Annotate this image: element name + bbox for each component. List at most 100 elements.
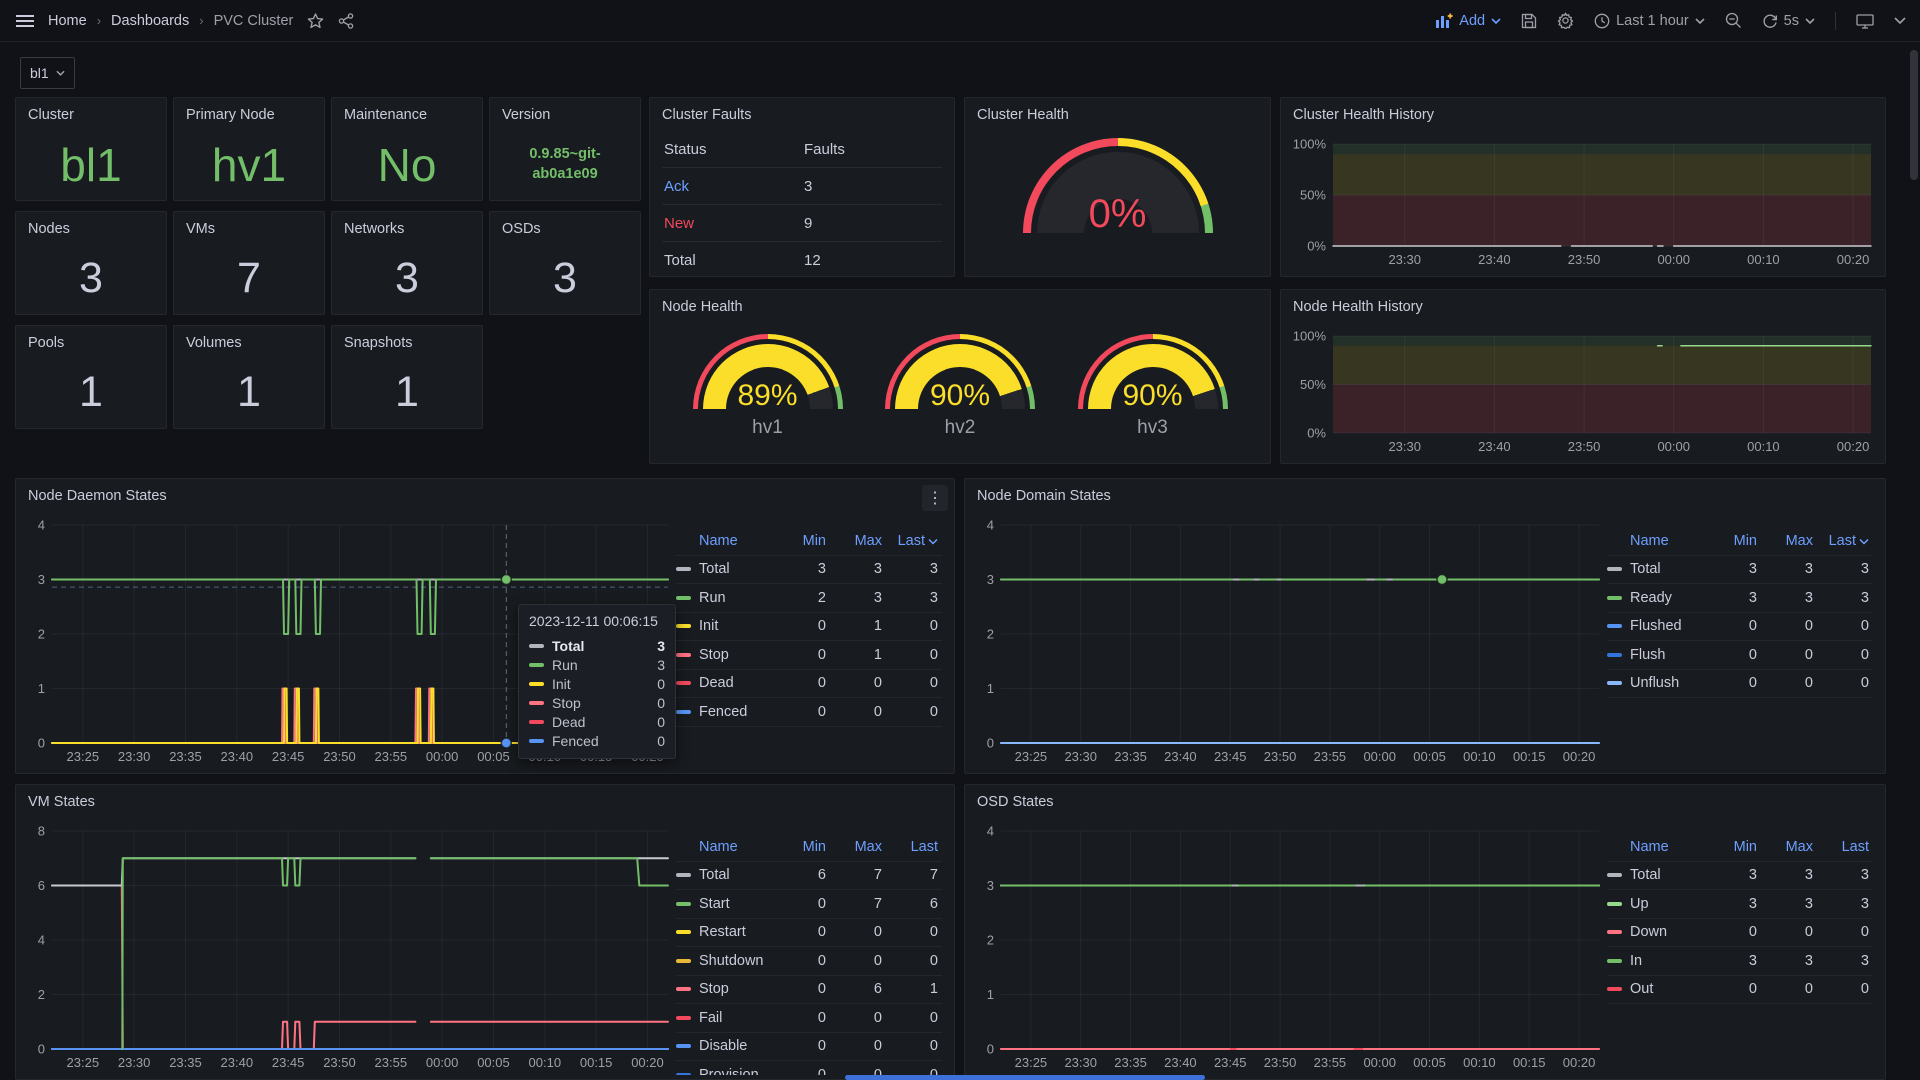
legend-row-out[interactable]: Out 000	[1607, 976, 1873, 1005]
panel-title[interactable]: Node Health History	[1281, 290, 1885, 319]
legend-col-last[interactable]: Last	[1817, 839, 1873, 855]
legend-row-disable[interactable]: Disable 000	[676, 1033, 942, 1062]
panel-title[interactable]: Node Daemon States	[16, 479, 954, 508]
stat-title[interactable]: Networks	[332, 212, 482, 241]
legend-row-stop[interactable]: Stop 061	[676, 976, 942, 1005]
stat-title[interactable]: Nodes	[16, 212, 166, 241]
series-color-swatch	[1607, 596, 1622, 600]
node-domain-chart[interactable]: 0123423:2523:3023:3523:4023:4523:5023:55…	[971, 515, 1607, 769]
breadcrumb-item[interactable]: Home	[48, 13, 87, 29]
panel-node-health-history: Node Health History 0%50%100%23:3023:402…	[1280, 289, 1886, 464]
svg-text:00:05: 00:05	[477, 1055, 510, 1070]
stat-title[interactable]: VMs	[174, 212, 324, 241]
dashboard-settings-gear-icon[interactable]	[1557, 12, 1574, 29]
breadcrumb-item[interactable]: Dashboards	[111, 13, 189, 29]
vm-states-chart[interactable]: 0246823:2523:3023:3523:4023:4523:5023:55…	[22, 821, 676, 1075]
legend-row-unflush[interactable]: Unflush 000	[1607, 670, 1873, 699]
legend-col-max[interactable]: Max	[1761, 533, 1817, 549]
legend-row-total[interactable]: Total 677	[676, 862, 942, 891]
legend-row-stop[interactable]: Stop 010	[676, 641, 942, 670]
collapse-nav-chevron-icon[interactable]	[1894, 17, 1906, 24]
svg-text:2: 2	[38, 987, 45, 1002]
legend-col-max[interactable]: Max	[830, 533, 886, 549]
hamburger-menu-icon[interactable]	[16, 14, 34, 28]
legend-col-last[interactable]: Last	[886, 533, 942, 549]
svg-text:23:40: 23:40	[221, 1055, 254, 1070]
legend-row-start[interactable]: Start 076	[676, 890, 942, 919]
panel-title[interactable]: Cluster Health History	[1281, 98, 1885, 127]
stat-title[interactable]: Version	[490, 98, 640, 127]
panel-title[interactable]: Cluster Faults	[650, 98, 954, 127]
stat-value: 0.9.85~git-ab0a1e09	[490, 136, 640, 194]
save-dashboard-icon[interactable]	[1521, 13, 1537, 29]
legend-row-fail[interactable]: Fail 000	[676, 1004, 942, 1033]
legend-col-last[interactable]: Last	[886, 839, 942, 855]
legend-col-name[interactable]: Name	[1607, 839, 1705, 855]
legend-row-fenced[interactable]: Fenced 000	[676, 698, 942, 727]
legend-col-name[interactable]: Name	[676, 839, 774, 855]
zoom-out-time-icon[interactable]	[1725, 12, 1742, 29]
legend-row-flush[interactable]: Flush 000	[1607, 641, 1873, 670]
vertical-scrollbar-thumb[interactable]	[1910, 50, 1918, 180]
legend-row-total[interactable]: Total 333	[676, 556, 942, 585]
svg-text:23:30: 23:30	[1388, 252, 1421, 267]
panel-title[interactable]: Node Domain States	[965, 479, 1885, 508]
share-icon[interactable]	[338, 13, 354, 29]
panel-title[interactable]: OSD States	[965, 785, 1885, 814]
stat-title[interactable]: Primary Node	[174, 98, 324, 127]
node-health-history-chart[interactable]: 0%50%100%23:3023:4023:5000:0000:1000:20	[1287, 326, 1879, 459]
legend-row-ready[interactable]: Ready 333	[1607, 584, 1873, 613]
legend-col-min[interactable]: Min	[1705, 533, 1761, 549]
cluster-variable-dropdown[interactable]: bl1	[20, 57, 75, 89]
legend-row-up[interactable]: Up 333	[1607, 890, 1873, 919]
cluster-health-gauge: 0%	[965, 138, 1270, 233]
legend-row-provision[interactable]: Provision 000	[676, 1061, 942, 1075]
tv-kiosk-mode-icon[interactable]	[1856, 13, 1874, 29]
panel-title[interactable]: Node Health	[650, 290, 1270, 319]
cluster-health-history-chart[interactable]: 0%50%100%23:3023:4023:5000:0000:1000:20	[1287, 134, 1879, 272]
refresh-interval-label[interactable]: 5s	[1784, 13, 1799, 29]
stat-title[interactable]: Maintenance	[332, 98, 482, 127]
legend-row-dead[interactable]: Dead 000	[676, 670, 942, 699]
legend-col-last[interactable]: Last	[1817, 533, 1873, 549]
legend-col-max[interactable]: Max	[830, 839, 886, 855]
legend-row-restart[interactable]: Restart 000	[676, 919, 942, 948]
legend-row-run[interactable]: Run 233	[676, 584, 942, 613]
series-color-swatch	[1607, 567, 1622, 571]
favorite-star-icon[interactable]	[307, 13, 324, 29]
stat-title[interactable]: Pools	[16, 326, 166, 355]
legend-row-init[interactable]: Init 010	[676, 613, 942, 642]
legend-col-min[interactable]: Min	[1705, 839, 1761, 855]
legend-row-in[interactable]: In 333	[1607, 947, 1873, 976]
stat-title[interactable]: Cluster	[16, 98, 166, 127]
time-range-picker[interactable]: Last 1 hour	[1594, 13, 1705, 29]
legend-row-flushed[interactable]: Flushed 000	[1607, 613, 1873, 642]
osd-states-chart[interactable]: 0123423:2523:3023:3523:4023:4523:5023:55…	[971, 821, 1607, 1075]
refresh-dashboard-button[interactable]: 5s	[1762, 13, 1815, 29]
stat-panel-primary-node: Primary Node hv1	[173, 97, 325, 201]
horizontal-scrollbar-thumb[interactable]	[845, 1075, 1205, 1080]
series-color-swatch	[529, 644, 544, 648]
legend-row-total[interactable]: Total 333	[1607, 862, 1873, 891]
vertical-scrollbar-track[interactable]	[1910, 44, 1918, 1076]
series-color-swatch	[1607, 930, 1622, 934]
panel-title[interactable]: VM States	[16, 785, 954, 814]
legend-col-min[interactable]: Min	[774, 839, 830, 855]
legend-col-max[interactable]: Max	[1761, 839, 1817, 855]
svg-text:0: 0	[987, 736, 994, 751]
stat-value: bl1	[16, 136, 166, 194]
legend-col-min[interactable]: Min	[774, 533, 830, 549]
legend-row-total[interactable]: Total 333	[1607, 556, 1873, 585]
legend-row-shutdown[interactable]: Shutdown 000	[676, 947, 942, 976]
stat-title[interactable]: OSDs	[490, 212, 640, 241]
legend-col-name[interactable]: Name	[1607, 533, 1705, 549]
panel-menu-kebab-icon[interactable]: ⋮	[922, 485, 948, 511]
add-panel-button[interactable]: Add	[1436, 13, 1501, 29]
panel-title[interactable]: Cluster Health	[965, 98, 1270, 127]
stat-title[interactable]: Snapshots	[332, 326, 482, 355]
legend-row-down[interactable]: Down 000	[1607, 919, 1873, 948]
svg-text:00:20: 00:20	[1563, 749, 1596, 764]
legend-col-name[interactable]: Name	[676, 533, 774, 549]
stat-title[interactable]: Volumes	[174, 326, 324, 355]
series-color-swatch	[676, 681, 691, 685]
